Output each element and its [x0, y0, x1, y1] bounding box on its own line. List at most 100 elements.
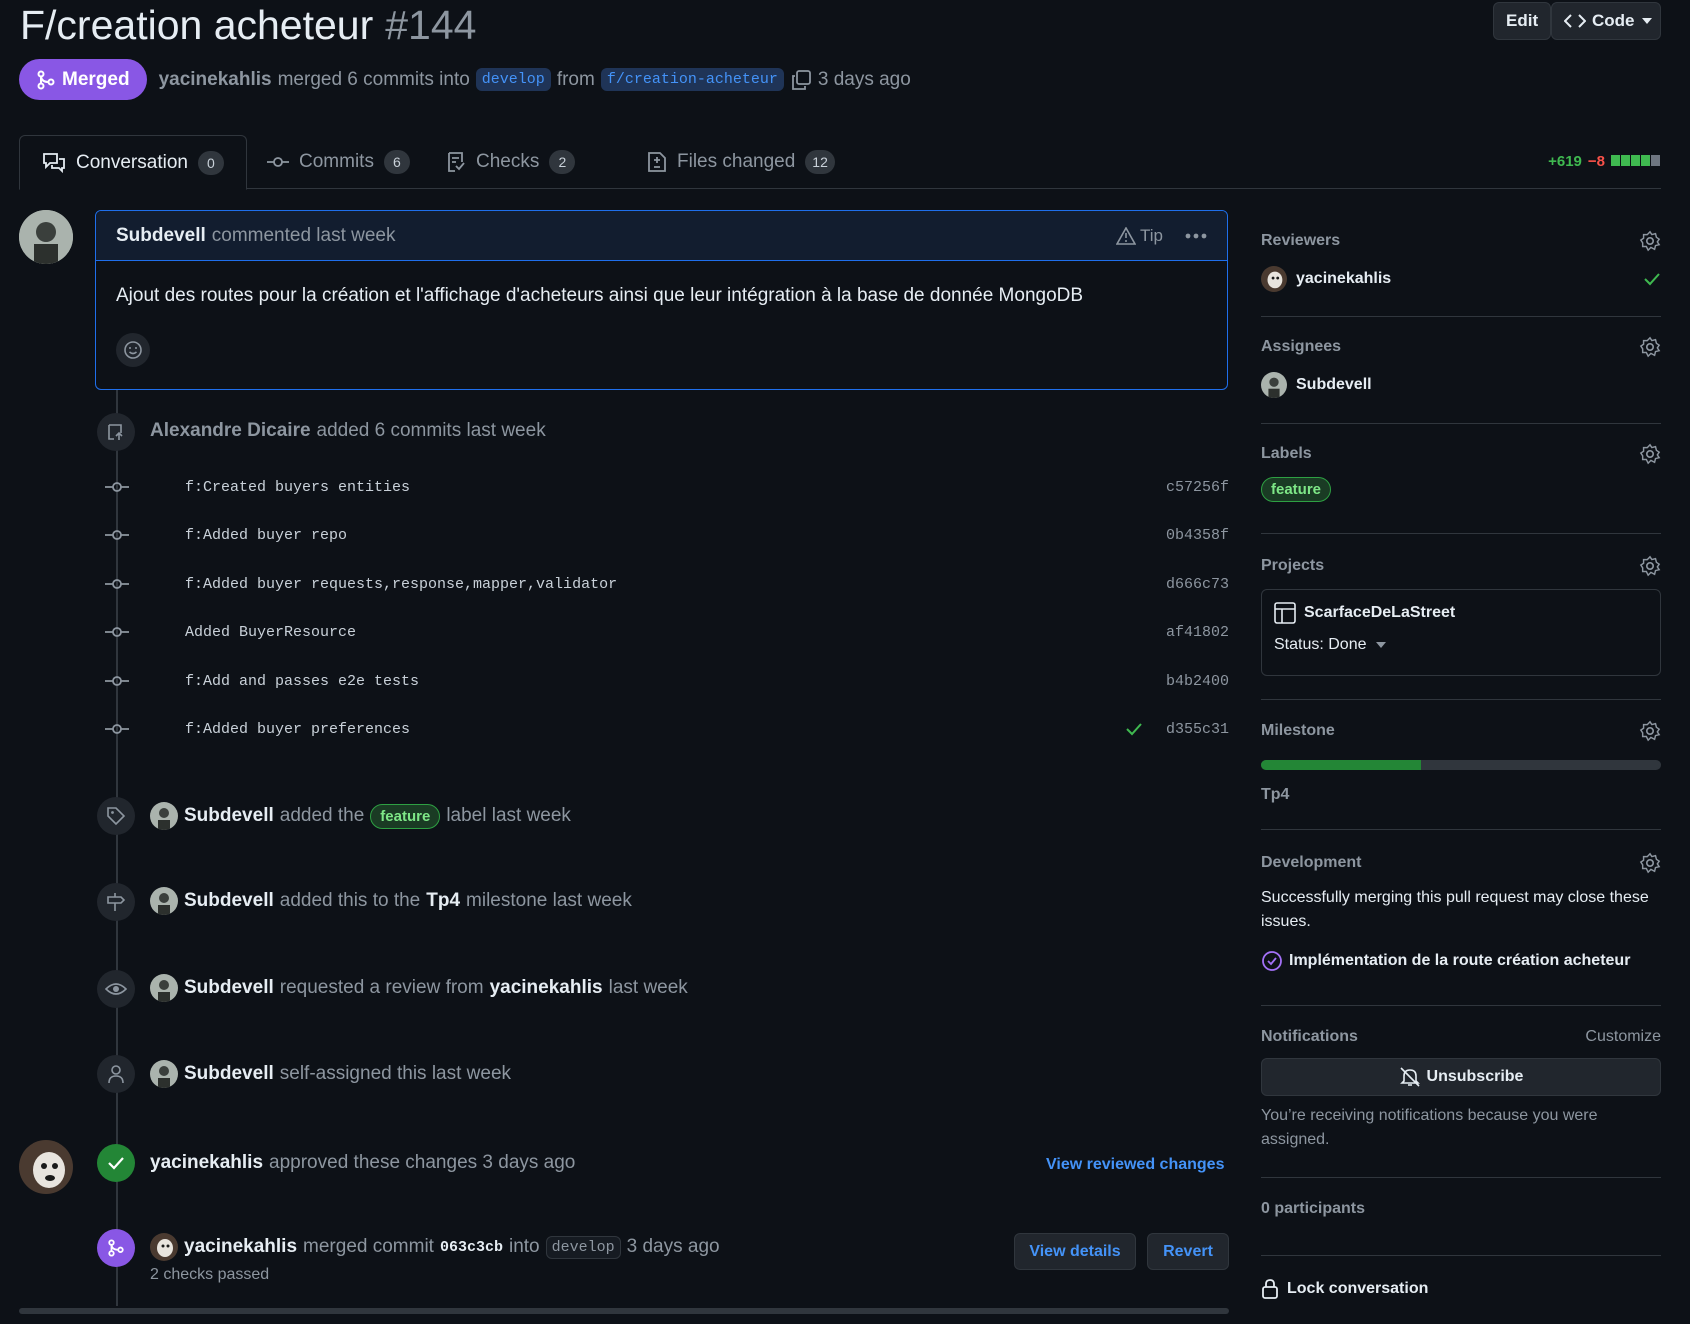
- event-actor[interactable]: Subdevell: [184, 890, 274, 912]
- scrollbar[interactable]: [19, 1308, 1229, 1314]
- avatar[interactable]: [150, 974, 178, 1002]
- project-link[interactable]: ScarfaceDeLaStreet: [1274, 602, 1648, 624]
- tab-files-changed-count: 12: [805, 150, 835, 174]
- commit-message[interactable]: f:Added buyer preferences: [185, 721, 410, 738]
- commit-row: f:Added buyer preferences d355c31: [105, 714, 1229, 744]
- milestone-progress: [1261, 760, 1661, 770]
- milestone-link[interactable]: Tp4: [426, 890, 460, 912]
- commit-message[interactable]: f:Added buyer repo: [185, 527, 347, 544]
- comment-body: Ajout des routes pour la création et l'a…: [116, 285, 1084, 306]
- commit-sha[interactable]: d355c31: [1166, 721, 1229, 738]
- diffstat-deletions: −8: [1587, 153, 1605, 170]
- avatar[interactable]: [150, 1060, 178, 1088]
- project-status-dropdown[interactable]: Status: Done: [1274, 636, 1648, 654]
- merged-badge-label: Merged: [62, 68, 130, 90]
- merge-commit-sha[interactable]: 063c3cb: [440, 1239, 503, 1256]
- repo-push-icon: [106, 422, 126, 442]
- view-reviewed-changes-link[interactable]: View reviewed changes: [1046, 1156, 1224, 1174]
- assignees-title: Assignees: [1261, 338, 1342, 355]
- customize-link[interactable]: Customize: [1585, 1028, 1661, 1046]
- code-icon: [1564, 13, 1586, 29]
- event-text: self-assigned this last week: [279, 1063, 512, 1084]
- base-branch[interactable]: develop: [475, 68, 551, 91]
- gear-icon[interactable]: [1639, 443, 1661, 465]
- tab-conversation[interactable]: Conversation 0: [19, 135, 247, 190]
- check-icon[interactable]: [1125, 722, 1143, 736]
- commit-sha[interactable]: d666c73: [1166, 576, 1229, 593]
- commit-icon: [105, 577, 129, 591]
- avatar[interactable]: [1261, 372, 1287, 398]
- checks-passed[interactable]: 2 checks passed: [150, 1266, 269, 1284]
- base-branch[interactable]: develop: [545, 1235, 621, 1259]
- milestone-name[interactable]: Tp4: [1261, 786, 1661, 804]
- gear-icon[interactable]: [1639, 852, 1661, 874]
- lock-conversation-link[interactable]: Lock conversation: [1261, 1278, 1428, 1300]
- tab-files-changed[interactable]: Files changed 12: [625, 135, 857, 189]
- pr-tabs: Conversation 0 Commits 6 Checks 2 Files …: [19, 135, 1661, 190]
- kebab-horizontal-icon[interactable]: [1185, 233, 1207, 239]
- event-actor[interactable]: Subdevell: [184, 977, 274, 999]
- commit-sha[interactable]: 0b4358f: [1166, 527, 1229, 544]
- commit-sha[interactable]: af41802: [1166, 624, 1229, 641]
- revert-button[interactable]: Revert: [1147, 1233, 1229, 1270]
- label-feature[interactable]: feature: [1261, 477, 1332, 502]
- sidebar-development: Development Successfully merging this pu…: [1261, 852, 1661, 1006]
- label-event: Subdevell added the feature label last w…: [150, 802, 571, 830]
- pr-from-text: from: [556, 68, 595, 90]
- avatar[interactable]: [150, 887, 178, 915]
- label-feature[interactable]: feature: [370, 803, 441, 829]
- pr-number: #144: [385, 2, 477, 48]
- reviewer-link[interactable]: yacinekahlis: [490, 977, 603, 999]
- event-time: label last week: [446, 805, 571, 826]
- reviewer-name[interactable]: yacinekahlis: [1296, 270, 1391, 288]
- comment-discussion-icon: [42, 152, 66, 174]
- unsubscribe-button[interactable]: Unsubscribe: [1261, 1058, 1661, 1096]
- pr-author-link[interactable]: yacinekahlis: [159, 69, 272, 91]
- sidebar-labels: Labels feature: [1261, 443, 1661, 534]
- view-details-button[interactable]: View details: [1014, 1233, 1136, 1270]
- tab-conversation-label: Conversation: [76, 151, 188, 173]
- tab-commits[interactable]: Commits 6: [245, 135, 432, 189]
- code-button-label: Code: [1592, 11, 1635, 30]
- linked-issue[interactable]: Implémentation de la route création ache…: [1261, 950, 1661, 972]
- gear-icon[interactable]: [1639, 336, 1661, 358]
- head-branch[interactable]: f/creation-acheteur: [600, 68, 784, 91]
- tab-checks[interactable]: Checks 2: [424, 135, 597, 189]
- event-text: requested a review from: [279, 977, 484, 998]
- commit-message[interactable]: f:Add and passes e2e tests: [185, 673, 419, 690]
- commit-message[interactable]: f:Added buyer requests,response,mapper,v…: [185, 576, 617, 593]
- avatar[interactable]: [1261, 266, 1287, 292]
- event-actor[interactable]: yacinekahlis: [184, 1236, 297, 1258]
- smiley-icon: [123, 340, 143, 360]
- avatar[interactable]: [150, 802, 178, 830]
- merge-icon: [36, 70, 56, 90]
- issue-closed-icon: [1261, 950, 1283, 972]
- sidebar-milestone: Milestone Tp4: [1261, 720, 1661, 830]
- edit-button[interactable]: Edit: [1493, 2, 1552, 40]
- comment-author[interactable]: Subdevell: [116, 225, 206, 247]
- add-reaction-button[interactable]: [116, 333, 150, 367]
- avatar[interactable]: [19, 1140, 73, 1194]
- gear-icon[interactable]: [1639, 230, 1661, 252]
- copy-icon[interactable]: [790, 69, 812, 91]
- commit-sha[interactable]: b4b2400: [1166, 673, 1229, 690]
- tip-button[interactable]: Tip: [1116, 226, 1163, 246]
- person-badge: [97, 1055, 135, 1093]
- commit-message[interactable]: Added BuyerResource: [185, 624, 356, 641]
- commits-event-author[interactable]: Alexandre Dicaire: [150, 420, 311, 442]
- commit-message[interactable]: f:Created buyers entities: [185, 479, 410, 496]
- gear-icon[interactable]: [1639, 555, 1661, 577]
- event-actor[interactable]: yacinekahlis: [150, 1152, 263, 1174]
- gear-icon[interactable]: [1639, 720, 1661, 742]
- event-actor[interactable]: Subdevell: [184, 1063, 274, 1085]
- tab-commits-label: Commits: [299, 151, 374, 172]
- code-button[interactable]: Code: [1551, 2, 1661, 40]
- event-text: merged commit: [303, 1236, 434, 1257]
- event-time: last week: [608, 977, 688, 998]
- assignee-name[interactable]: Subdevell: [1296, 376, 1372, 394]
- avatar[interactable]: [19, 210, 73, 264]
- avatar[interactable]: [150, 1233, 178, 1261]
- commit-sha[interactable]: c57256f: [1166, 479, 1229, 496]
- edit-button-label: Edit: [1506, 11, 1539, 30]
- event-actor[interactable]: Subdevell: [184, 805, 274, 827]
